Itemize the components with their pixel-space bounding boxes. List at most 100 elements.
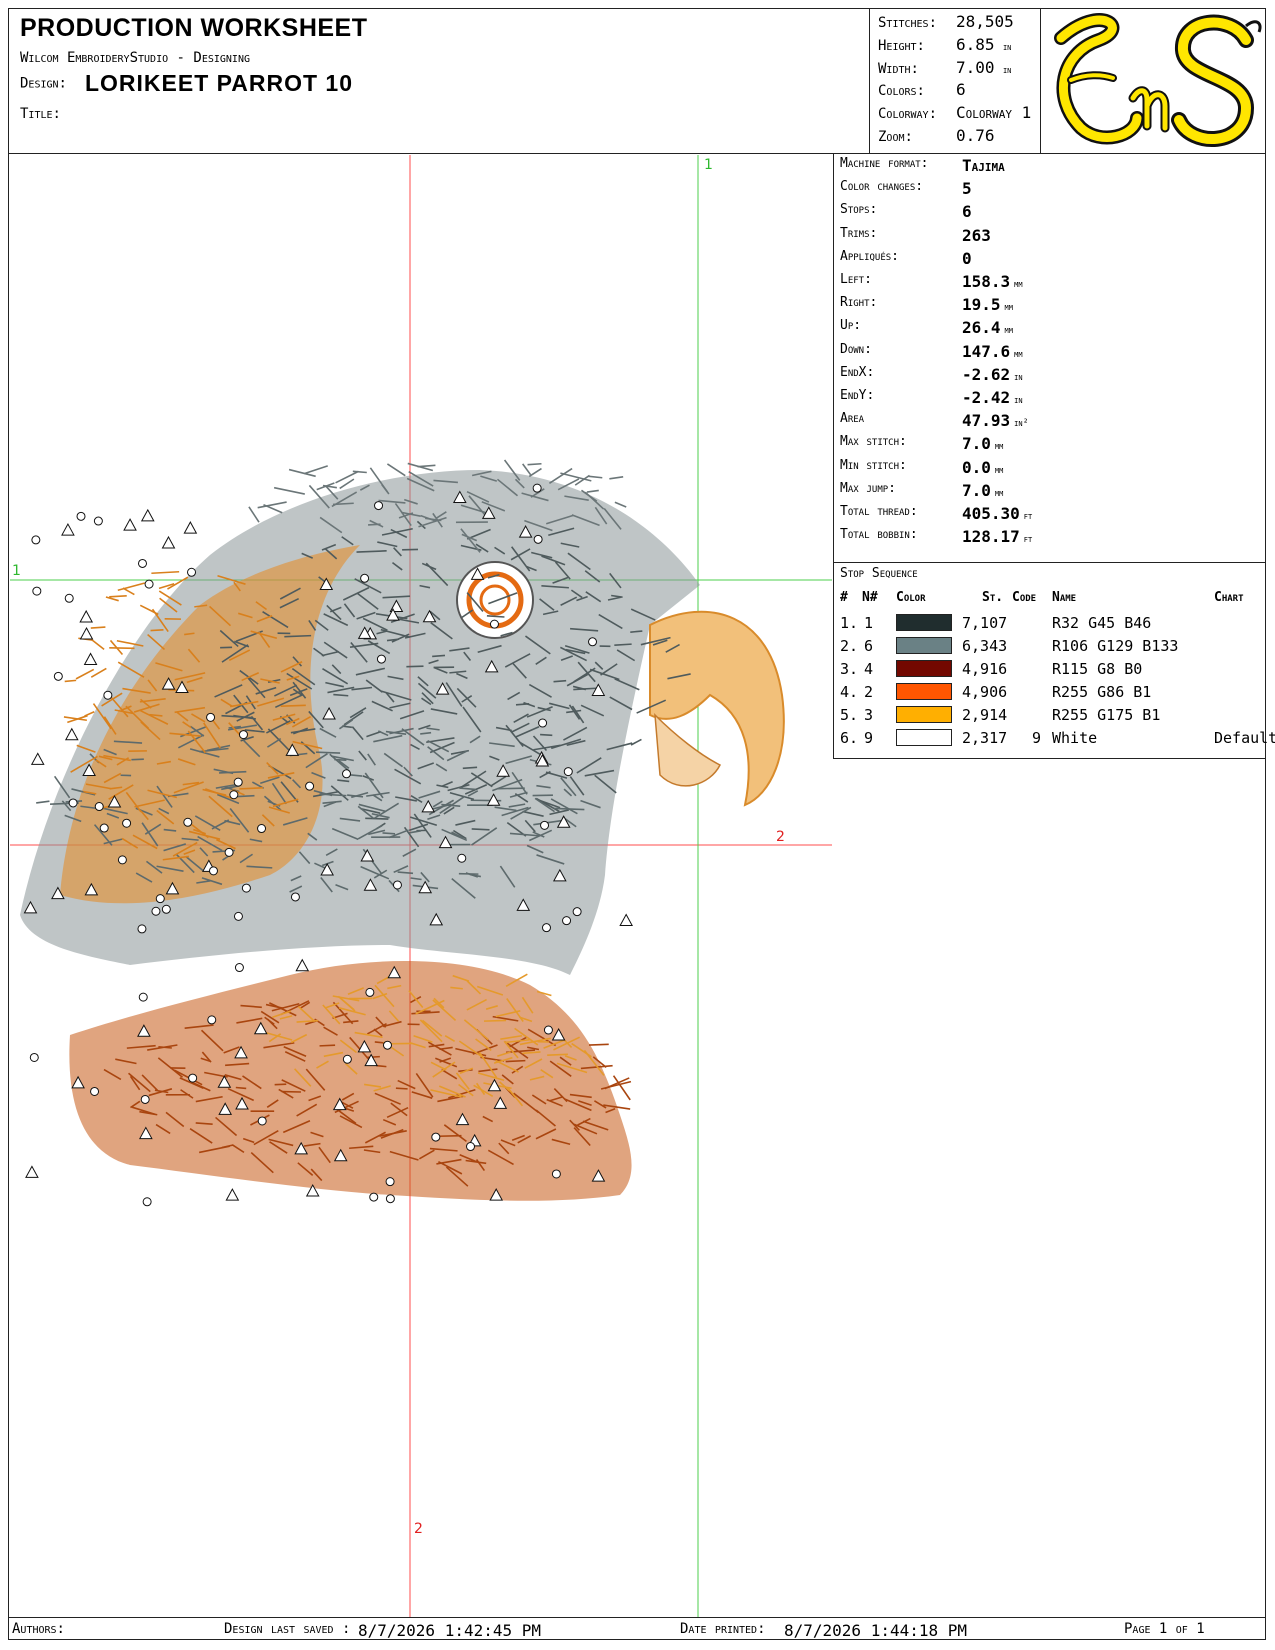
summary-label: Zoom: — [878, 129, 913, 145]
lower-beak — [654, 713, 722, 787]
trim-marker — [541, 923, 551, 933]
trim-marker — [238, 730, 248, 740]
stat-value: 5 — [962, 179, 972, 199]
thread-color-swatch — [896, 637, 952, 654]
trim-marker — [76, 511, 86, 521]
stop-marker — [123, 518, 137, 531]
stat-value: 0 — [962, 248, 972, 268]
seq-stitches: 4,906 — [962, 683, 1008, 701]
trim-marker — [53, 671, 63, 681]
trim-marker — [117, 855, 127, 865]
worksheet-title: PRODUCTION WORKSHEET — [20, 14, 368, 42]
stat-label: Down: — [840, 341, 872, 357]
stat-label: Machine format: — [840, 156, 929, 171]
stitch-stroke — [365, 817, 389, 820]
stat-value: 0.0 mm — [962, 457, 1004, 477]
stop-sequence-row: 1. 1 7,107 R32 G45 B46 — [834, 612, 1265, 634]
trim-marker — [305, 781, 315, 791]
summary-label: Width: — [878, 60, 919, 77]
trim-marker — [144, 579, 154, 589]
seq-num: 2. — [840, 637, 859, 655]
col-name: Name — [1052, 590, 1077, 605]
stitch-stroke — [483, 1019, 507, 1022]
stop-marker — [64, 727, 79, 741]
seq-stitches: 2,317 — [962, 729, 1008, 747]
seq-num: 6. — [840, 729, 859, 747]
trim-marker — [32, 586, 42, 596]
trim-marker — [342, 1054, 352, 1064]
col-num: # — [840, 590, 848, 605]
trim-marker — [543, 1025, 553, 1035]
seq-n: 9 — [864, 729, 874, 747]
seq-name: R255 G175 B1 — [1052, 706, 1161, 724]
stat-label: Stops: — [840, 202, 878, 218]
stop-sequence-row: 2. 6 6,343 R106 G129 B133 — [834, 635, 1265, 657]
trim-marker — [142, 1197, 152, 1207]
trim-marker — [385, 1177, 395, 1187]
stitch-stroke — [540, 733, 553, 737]
trim-marker — [233, 777, 243, 787]
stat-value: 405.30 ft — [962, 504, 1033, 523]
trim-marker — [489, 619, 499, 629]
stat-label: Color changes: — [840, 179, 924, 195]
stop-sequence-row: 5. 3 2,914 R255 G175 B1 — [834, 704, 1265, 726]
seq-num: 3. — [840, 660, 859, 678]
seq-name: White — [1052, 729, 1098, 747]
stat-label: Max stitch: — [840, 434, 907, 450]
stitch-stroke — [90, 626, 106, 629]
stitch-stroke — [382, 832, 396, 835]
stop-marker — [140, 508, 155, 522]
stitch-stroke — [280, 704, 306, 707]
stat-value: 19.5 mm — [962, 295, 1013, 315]
trim-marker — [187, 567, 197, 577]
stat-value: 158.3 mm — [962, 272, 1023, 291]
stat-row: Total bobbin: 128.17 ft — [840, 527, 1032, 546]
stat-row: Area 47.93 in² — [840, 411, 1029, 430]
title-label: Title: — [20, 106, 61, 122]
stop-sequence-row: 6. 9 2,317 9 White Default — [834, 727, 1275, 749]
seq-n: 6 — [864, 637, 874, 655]
trim-marker — [369, 1192, 379, 1202]
stat-row: Up: 26.4 mm — [840, 318, 1013, 337]
trim-marker — [392, 880, 402, 890]
design-summary: Stitches: 28,505 Height: 6.85 in Width: 7.00… — [869, 8, 1041, 154]
stop-sequence-header: # N# Color St. Code Name Chart — [834, 590, 1265, 608]
trim-marker — [374, 501, 384, 511]
software-name: Wilcom EmbroideryStudio - Designing — [20, 50, 250, 66]
trim-marker — [233, 911, 243, 921]
parrot-embroidery-image: 1 2 1 2 — [10, 155, 832, 1617]
trim-marker — [360, 573, 370, 583]
trim-marker — [68, 798, 78, 808]
seq-stitches: 4,916 — [962, 660, 1008, 678]
stop-sequence-row: 4. 2 4,906 R255 G86 B1 — [834, 681, 1265, 703]
stitch-stroke — [588, 475, 603, 479]
trim-marker — [64, 593, 74, 603]
trim-marker — [533, 534, 543, 544]
trim-marker — [94, 802, 104, 812]
stat-row: Max jump: 7.0 mm — [840, 481, 1003, 500]
trim-marker — [241, 883, 251, 893]
stat-unit: mm — [994, 464, 1004, 476]
trim-marker — [188, 1073, 198, 1083]
stat-label: Area — [840, 411, 865, 427]
stitch-stroke — [407, 462, 434, 472]
summary-row: Height: 6.85 in — [878, 35, 1011, 54]
printed-label: Date printed: — [680, 1621, 766, 1637]
stat-value: Tajima — [962, 156, 1005, 175]
worksheet-footer: Authors: Design last saved : 8/7/2026 1:… — [8, 1617, 1266, 1640]
stop-sequence-divider — [834, 562, 1265, 563]
summary-label: Colors: — [878, 83, 925, 100]
trim-marker — [257, 824, 267, 834]
trim-marker — [137, 924, 147, 934]
stat-value: 128.17 ft — [962, 527, 1033, 547]
seq-chart: Default — [1214, 729, 1275, 747]
thread-color-swatch — [896, 729, 952, 746]
summary-row: Stitches: 28,505 — [878, 12, 1014, 31]
seq-n: 2 — [864, 683, 874, 701]
stitch-stroke — [505, 1059, 526, 1063]
summary-row: Zoom: 0.76 — [878, 126, 995, 145]
worksheet-header: PRODUCTION WORKSHEET Wilcom EmbroiderySt… — [8, 8, 1266, 154]
stat-label: Up: — [840, 318, 862, 334]
trim-marker — [31, 535, 41, 545]
header-info: PRODUCTION WORKSHEET Wilcom EmbroiderySt… — [14, 8, 874, 154]
